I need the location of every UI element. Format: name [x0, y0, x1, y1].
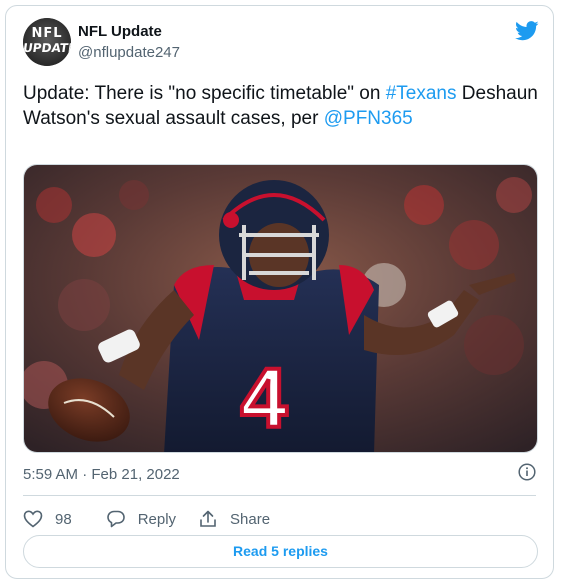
- avatar-logo-line1: NFL: [31, 26, 63, 41]
- reply-button[interactable]: Reply: [106, 509, 176, 529]
- mention-link[interactable]: @PFN365: [324, 108, 413, 129]
- action-bar: 98 Reply Share: [23, 509, 292, 529]
- jersey-number: 4: [241, 351, 288, 445]
- player-photo-illustration: 4: [24, 165, 537, 452]
- avatar[interactable]: NFL UPDATE: [23, 18, 71, 66]
- avatar-logo-line2: UPDATE: [23, 41, 71, 55]
- share-button[interactable]: Share: [198, 509, 270, 529]
- divider: [23, 495, 536, 496]
- like-button[interactable]: 98: [23, 509, 72, 529]
- author-handle[interactable]: @nflupdate247: [78, 44, 180, 61]
- twitter-bird-icon[interactable]: [515, 21, 539, 41]
- tweet-card: NFL UPDATE NFL Update @nflupdate247 Upda…: [5, 5, 554, 579]
- hashtag-link[interactable]: #Texans: [386, 83, 457, 104]
- reply-bubble-icon: [106, 510, 125, 528]
- tweet-timestamp[interactable]: 5:59 AM · Feb 21, 2022: [23, 466, 180, 483]
- reply-label: Reply: [137, 510, 177, 528]
- tweet-photo[interactable]: 4: [23, 164, 538, 453]
- share-icon: [200, 510, 216, 527]
- author-display-name[interactable]: NFL Update: [78, 23, 162, 40]
- share-label: Share: [230, 510, 271, 528]
- tweet-text: Update: There is "no specific timetable"…: [23, 81, 538, 131]
- tweet-text-part1: Update: There is "no specific timetable"…: [23, 83, 386, 104]
- like-count: 98: [55, 510, 72, 528]
- read-replies-button[interactable]: Read 5 replies: [23, 535, 538, 568]
- info-icon[interactable]: [518, 463, 536, 481]
- heart-icon: [23, 510, 43, 528]
